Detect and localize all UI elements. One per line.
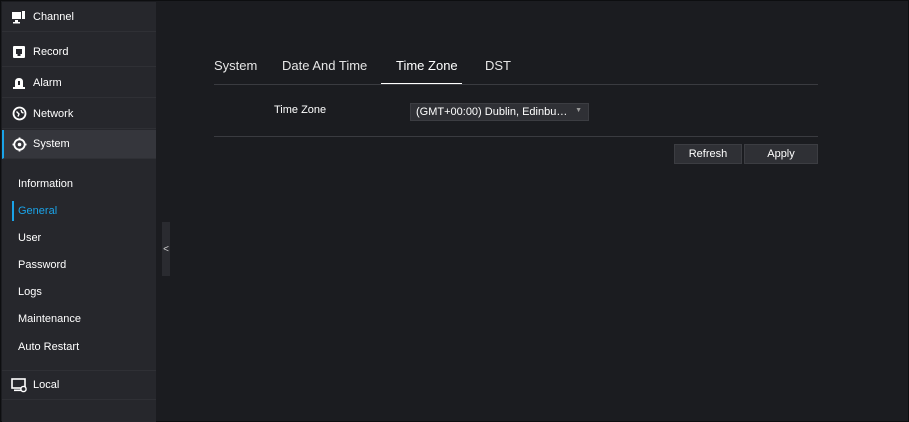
sidebar-item-network[interactable]: Network [2,99,156,129]
form-divider [214,136,818,137]
sidebar-item-alarm[interactable]: Alarm [2,68,156,98]
system-gear-icon [11,136,27,152]
sidebar-item-label: Alarm [33,76,62,89]
channel-icon [11,9,27,25]
time-zone-select[interactable]: (GMT+00:00) Dublin, Edinbu… ▼ [410,103,589,121]
time-zone-label: Time Zone [274,104,327,116]
sidebar-collapse-handle[interactable]: < [162,222,170,276]
tabs-divider [214,84,818,85]
sidebar-item-label: Network [33,107,74,120]
tab-date-and-time[interactable]: Date And Time [282,58,367,73]
sidebar-subitem-label: Information [18,178,74,190]
time-zone-value: (GMT+00:00) Dublin, Edinbu… [416,106,568,118]
collapse-chevron-icon: < [163,243,169,255]
app-window: Channel Record Alarm Network System Info… [0,0,909,422]
sidebar-item-label: Local [33,379,60,391]
alarm-icon [11,75,27,91]
sidebar-subitem-logs[interactable]: Logs [2,282,156,302]
sidebar-item-local[interactable]: Local [2,370,156,400]
sidebar-subitem-user[interactable]: User [2,228,156,248]
tab-time-zone[interactable]: Time Zone [396,58,458,73]
sidebar-subitem-label: Auto Restart [18,341,80,353]
sidebar: Channel Record Alarm Network System Info… [2,2,156,422]
apply-button[interactable]: Apply [744,144,818,164]
sidebar-subitem-auto-restart[interactable]: Auto Restart [2,337,156,357]
sidebar-subitem-label: Password [18,259,67,271]
record-icon [11,44,27,60]
dropdown-caret-icon: ▼ [575,107,582,114]
sidebar-subitem-password[interactable]: Password [2,255,156,275]
sidebar-subitem-information[interactable]: Information [2,174,156,194]
sidebar-subitem-label: General [18,205,58,217]
sidebar-item-label: Record [33,45,69,58]
local-icon [11,377,27,393]
sidebar-item-label: Channel [33,10,74,23]
tab-dst[interactable]: DST [485,58,511,73]
tab-system[interactable]: System [214,58,257,73]
network-icon [11,106,27,122]
sidebar-subitem-general[interactable]: General [2,201,156,221]
sidebar-item-label: System [33,138,70,150]
sidebar-item-record[interactable]: Record [2,37,156,67]
sidebar-subitem-label: Maintenance [18,313,81,325]
sidebar-item-channel[interactable]: Channel [2,2,156,32]
sidebar-subitem-label: Logs [18,286,42,298]
sidebar-subitem-maintenance[interactable]: Maintenance [2,309,156,329]
refresh-button[interactable]: Refresh [674,144,742,164]
sidebar-item-system[interactable]: System [2,130,156,159]
sidebar-subitem-label: User [18,232,42,244]
